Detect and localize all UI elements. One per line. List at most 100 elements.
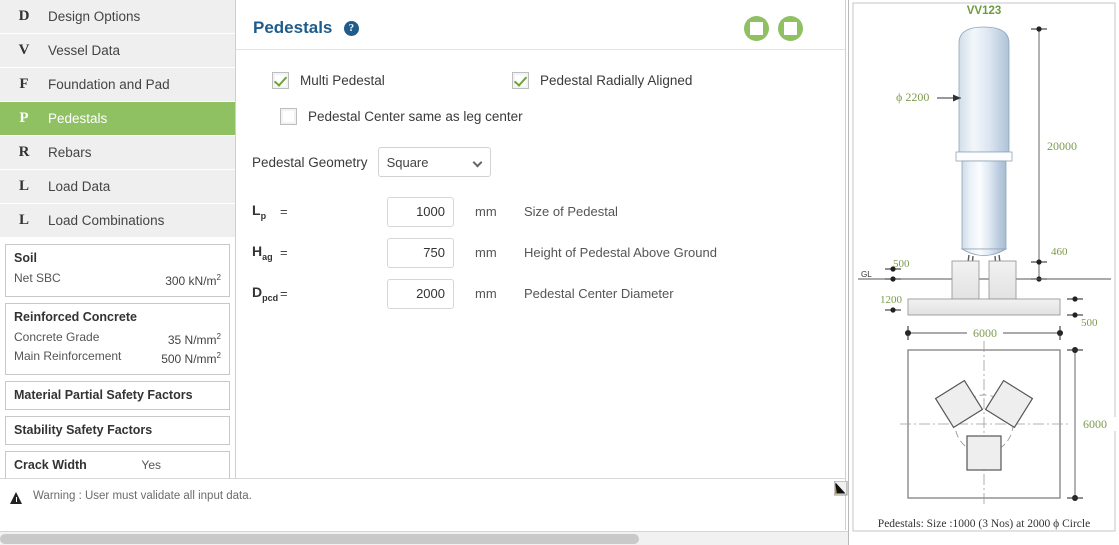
info-panel-row-value: 300 kN/m2 (165, 270, 221, 289)
vessel-flange (955, 151, 1013, 162)
page-nav-arrows (744, 16, 803, 41)
main-content: Pedestals ? Multi Pedestal Pedestal Radi… (236, 0, 846, 478)
sidebar-item-letter: P (19, 110, 29, 126)
checkbox-radially-aligned-box[interactable] (512, 72, 529, 89)
page-header: Pedestals ? (236, 0, 845, 50)
prev-page-button[interactable] (744, 16, 769, 41)
sidebar-nav-list: D Design Options V Vessel Data F Foundation a… (0, 0, 235, 238)
field-input-hag[interactable] (387, 237, 454, 268)
field-equals: = (280, 204, 288, 219)
sidebar-item-foundation-and-pad[interactable]: F Foundation and Pad (0, 68, 235, 102)
vessel-height-label: 20000 (1047, 139, 1077, 153)
field-symbol-base: D (252, 284, 263, 301)
help-circle-icon[interactable]: ? (343, 20, 359, 36)
sidebar-item-rebars[interactable]: R Rebars (0, 136, 235, 170)
info-panel[interactable]: Crack Width Yes (5, 451, 230, 478)
sidebar-item-vessel-data[interactable]: V Vessel Data (0, 34, 235, 68)
field-symbol: Dpcd (252, 284, 280, 303)
field-symbol: Hag (252, 243, 280, 262)
geometry-row: Pedestal Geometry Square (252, 147, 845, 177)
sidebar-item-label: Pedestals (48, 111, 108, 126)
sidebar-item-label: Load Combinations (48, 213, 165, 228)
sidebar-item-letter: V (18, 42, 30, 58)
sidebar-item-letter: R (18, 144, 30, 160)
info-panel[interactable]: Material Partial Safety Factors (5, 381, 230, 410)
plan-width-label: 6000 (1083, 417, 1107, 431)
info-panel-header: Crack Width Yes (14, 458, 221, 472)
checkbox-radially-aligned-label: Pedestal Radially Aligned (540, 73, 693, 88)
checkbox-multi-pedestal-box[interactable] (272, 72, 289, 89)
horizontal-scrollbar-thumb[interactable] (0, 534, 639, 544)
vessel-lower-shell (961, 160, 1007, 250)
info-panel-row-value-text: 500 N/mm (161, 352, 217, 366)
page-title: Pedestals (253, 18, 333, 37)
field-equals: = (280, 245, 288, 260)
checkbox-center-same-as-leg[interactable]: Pedestal Center same as leg center (280, 108, 523, 125)
field-input-lp[interactable] (387, 196, 454, 227)
field-row-lp: Lp= mm Size of Pedestal (252, 191, 845, 232)
info-panel-row-label: Net SBC (14, 271, 61, 285)
info-panel-header: Stability Safety Factors (14, 423, 221, 437)
checkbox-multi-pedestal[interactable]: Multi Pedestal (272, 72, 512, 89)
horizontal-scrollbar[interactable] (0, 531, 848, 545)
field-description: Size of Pedestal (524, 204, 618, 219)
sidebar-item-letter: F (19, 76, 29, 92)
checkbox-center-same-as-leg-box[interactable] (280, 108, 297, 125)
sidebar-item-letter: L (18, 178, 29, 194)
info-panel-row-value: 500 N/mm2 (161, 348, 221, 367)
field-unit: mm (475, 245, 497, 260)
sidebar-info-panels: Soil Net SBC 300 kN/m2 Reinforced Concrete C… (0, 244, 235, 478)
info-panel[interactable]: Stability Safety Factors (5, 416, 230, 445)
next-page-button[interactable] (778, 16, 803, 41)
sidebar-item-load-combinations[interactable]: L Load Combinations (0, 204, 235, 238)
field-unit: mm (475, 286, 497, 301)
field-description: Height of Pedestal Above Ground (524, 245, 717, 260)
field-symbol-subscript: ag (262, 251, 273, 262)
info-panel-title: Reinforced Concrete (14, 310, 137, 324)
sidebar-item-label: Design Options (48, 9, 141, 24)
drawing-panel: VV123 ϕ 2200 20000 460 GL 500 1200 500 6… (848, 0, 1119, 545)
sidebar-item-pedestals[interactable]: P Pedestals (0, 102, 235, 136)
drawing-caption: Pedestals: Size :1000 (3 Nos) at 2000 ϕ … (878, 518, 1090, 530)
info-panel-title: Stability Safety Factors (14, 423, 153, 437)
checkbox-multi-pedestal-label: Multi Pedestal (300, 73, 385, 88)
info-panel-header: Soil (14, 251, 221, 270)
field-symbol-subscript: p (260, 210, 267, 221)
vessel-diameter-label: ϕ 2200 (896, 90, 929, 104)
foundation-pad-elevation (907, 298, 1061, 316)
field-list: Lp=mmSize of PedestalHag=mmHeight of Ped… (252, 191, 845, 314)
geometry-label: Pedestal Geometry (252, 154, 368, 170)
resize-handle[interactable] (833, 480, 848, 497)
info-panel-row: Net SBC 300 kN/m2 (14, 270, 221, 289)
pedestal-plan-3 (966, 435, 1002, 471)
field-unit: mm (475, 204, 497, 219)
checkbox-center-same-as-leg-label: Pedestal Center same as leg center (308, 109, 523, 124)
sidebar: D Design Options V Vessel Data F Foundation a… (0, 0, 236, 478)
info-panel-row-label: Concrete Grade (14, 330, 100, 344)
pedestal-elevation-right (988, 260, 1017, 300)
pad-thickness-label: 500 (1081, 317, 1098, 329)
info-panel-row-value-text: 35 N/mm (167, 333, 217, 347)
warning-text: Warning : User must validate all input d… (33, 490, 252, 502)
geometry-select[interactable]: Square (377, 147, 491, 177)
info-panel[interactable]: Reinforced Concrete Concrete Grade 35 N/mm… (5, 303, 230, 375)
field-input-dpcd[interactable] (387, 278, 454, 309)
sidebar-item-load-data[interactable]: L Load Data (0, 170, 235, 204)
info-panel[interactable]: Soil Net SBC 300 kN/m2 (5, 244, 230, 297)
sidebar-item-letter: D (18, 8, 30, 24)
info-panel-row-value: 35 N/mm2 (168, 329, 221, 348)
field-equals: = (280, 286, 288, 301)
checkbox-radially-aligned[interactable]: Pedestal Radially Aligned (512, 72, 692, 89)
field-symbol-base: H (252, 243, 263, 260)
checkbox-row-2: Pedestal Center same as leg center (272, 108, 845, 125)
pedestal-above-ground-label: 500 (893, 258, 910, 270)
field-symbol: Lp (252, 202, 280, 221)
sidebar-item-design-options[interactable]: D Design Options (0, 0, 235, 34)
field-row-hag: Hag=mmHeight of Pedestal Above Ground (252, 232, 845, 273)
info-panel-header: Material Partial Safety Factors (14, 388, 221, 402)
sidebar-item-label: Foundation and Pad (48, 77, 170, 92)
warning-bar: Warning : User must validate all input d… (0, 478, 846, 530)
sidebar-item-label: Vessel Data (48, 43, 121, 58)
sidebar-item-label: Rebars (48, 145, 92, 160)
vessel-drawing: VV123 ϕ 2200 20000 460 GL 500 1200 500 6… (852, 2, 1116, 532)
